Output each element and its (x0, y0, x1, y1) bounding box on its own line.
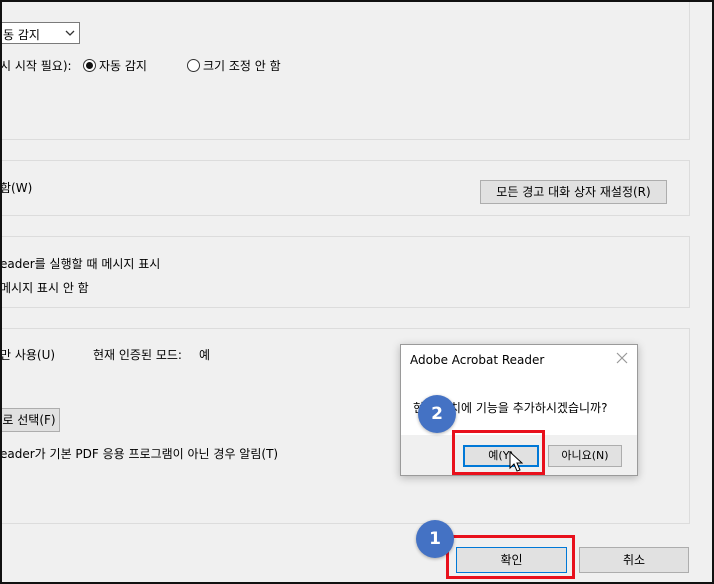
radio-auto-detect[interactable] (83, 59, 96, 72)
radio-no-resize[interactable] (187, 59, 200, 72)
step-badge-2: 2 (418, 395, 456, 433)
mouse-pointer-icon (509, 451, 523, 472)
launch-msg-show[interactable]: eader를 실행할 때 메시지 표시 (0, 257, 160, 271)
reset-warnings-button[interactable]: 모든 경고 대화 상자 재설정(R) (480, 180, 667, 204)
warning-label: 함(W) (0, 181, 33, 195)
radio-auto-label[interactable]: 자동 감지 (99, 59, 147, 73)
launch-msg-hide[interactable]: 메시지 표시 안 함 (0, 281, 89, 295)
dialog-title: Adobe Acrobat Reader (410, 353, 545, 367)
dialog-yes-button[interactable]: 예(Y) (463, 445, 539, 467)
only-use-label[interactable]: 만 사용(U) (0, 348, 55, 362)
current-mode-label: 현재 인증된 모드: (93, 348, 182, 362)
default-pdf-label[interactable]: eader가 기본 PDF 응용 프로그램이 아닌 경우 알림(T) (0, 447, 278, 461)
close-icon[interactable] (615, 351, 629, 365)
resize-label: 시 시작 필요): (0, 59, 72, 73)
step-badge-1: 1 (416, 520, 454, 558)
radio-none-label[interactable]: 크기 조정 안 함 (203, 59, 281, 73)
current-mode-value: 예 (199, 348, 211, 362)
zoom-combo-value: 동 감지 (3, 28, 40, 42)
ok-button[interactable]: 확인 (456, 547, 567, 573)
zoom-combo[interactable]: 동 감지 (0, 22, 80, 44)
cancel-button[interactable]: 취소 (579, 547, 689, 573)
select-button[interactable]: 로 선택(F) (0, 408, 60, 432)
group-launch-messages (0, 236, 690, 308)
chevron-down-icon (65, 30, 75, 36)
dialog-no-button[interactable]: 아니요(N) (548, 445, 622, 467)
